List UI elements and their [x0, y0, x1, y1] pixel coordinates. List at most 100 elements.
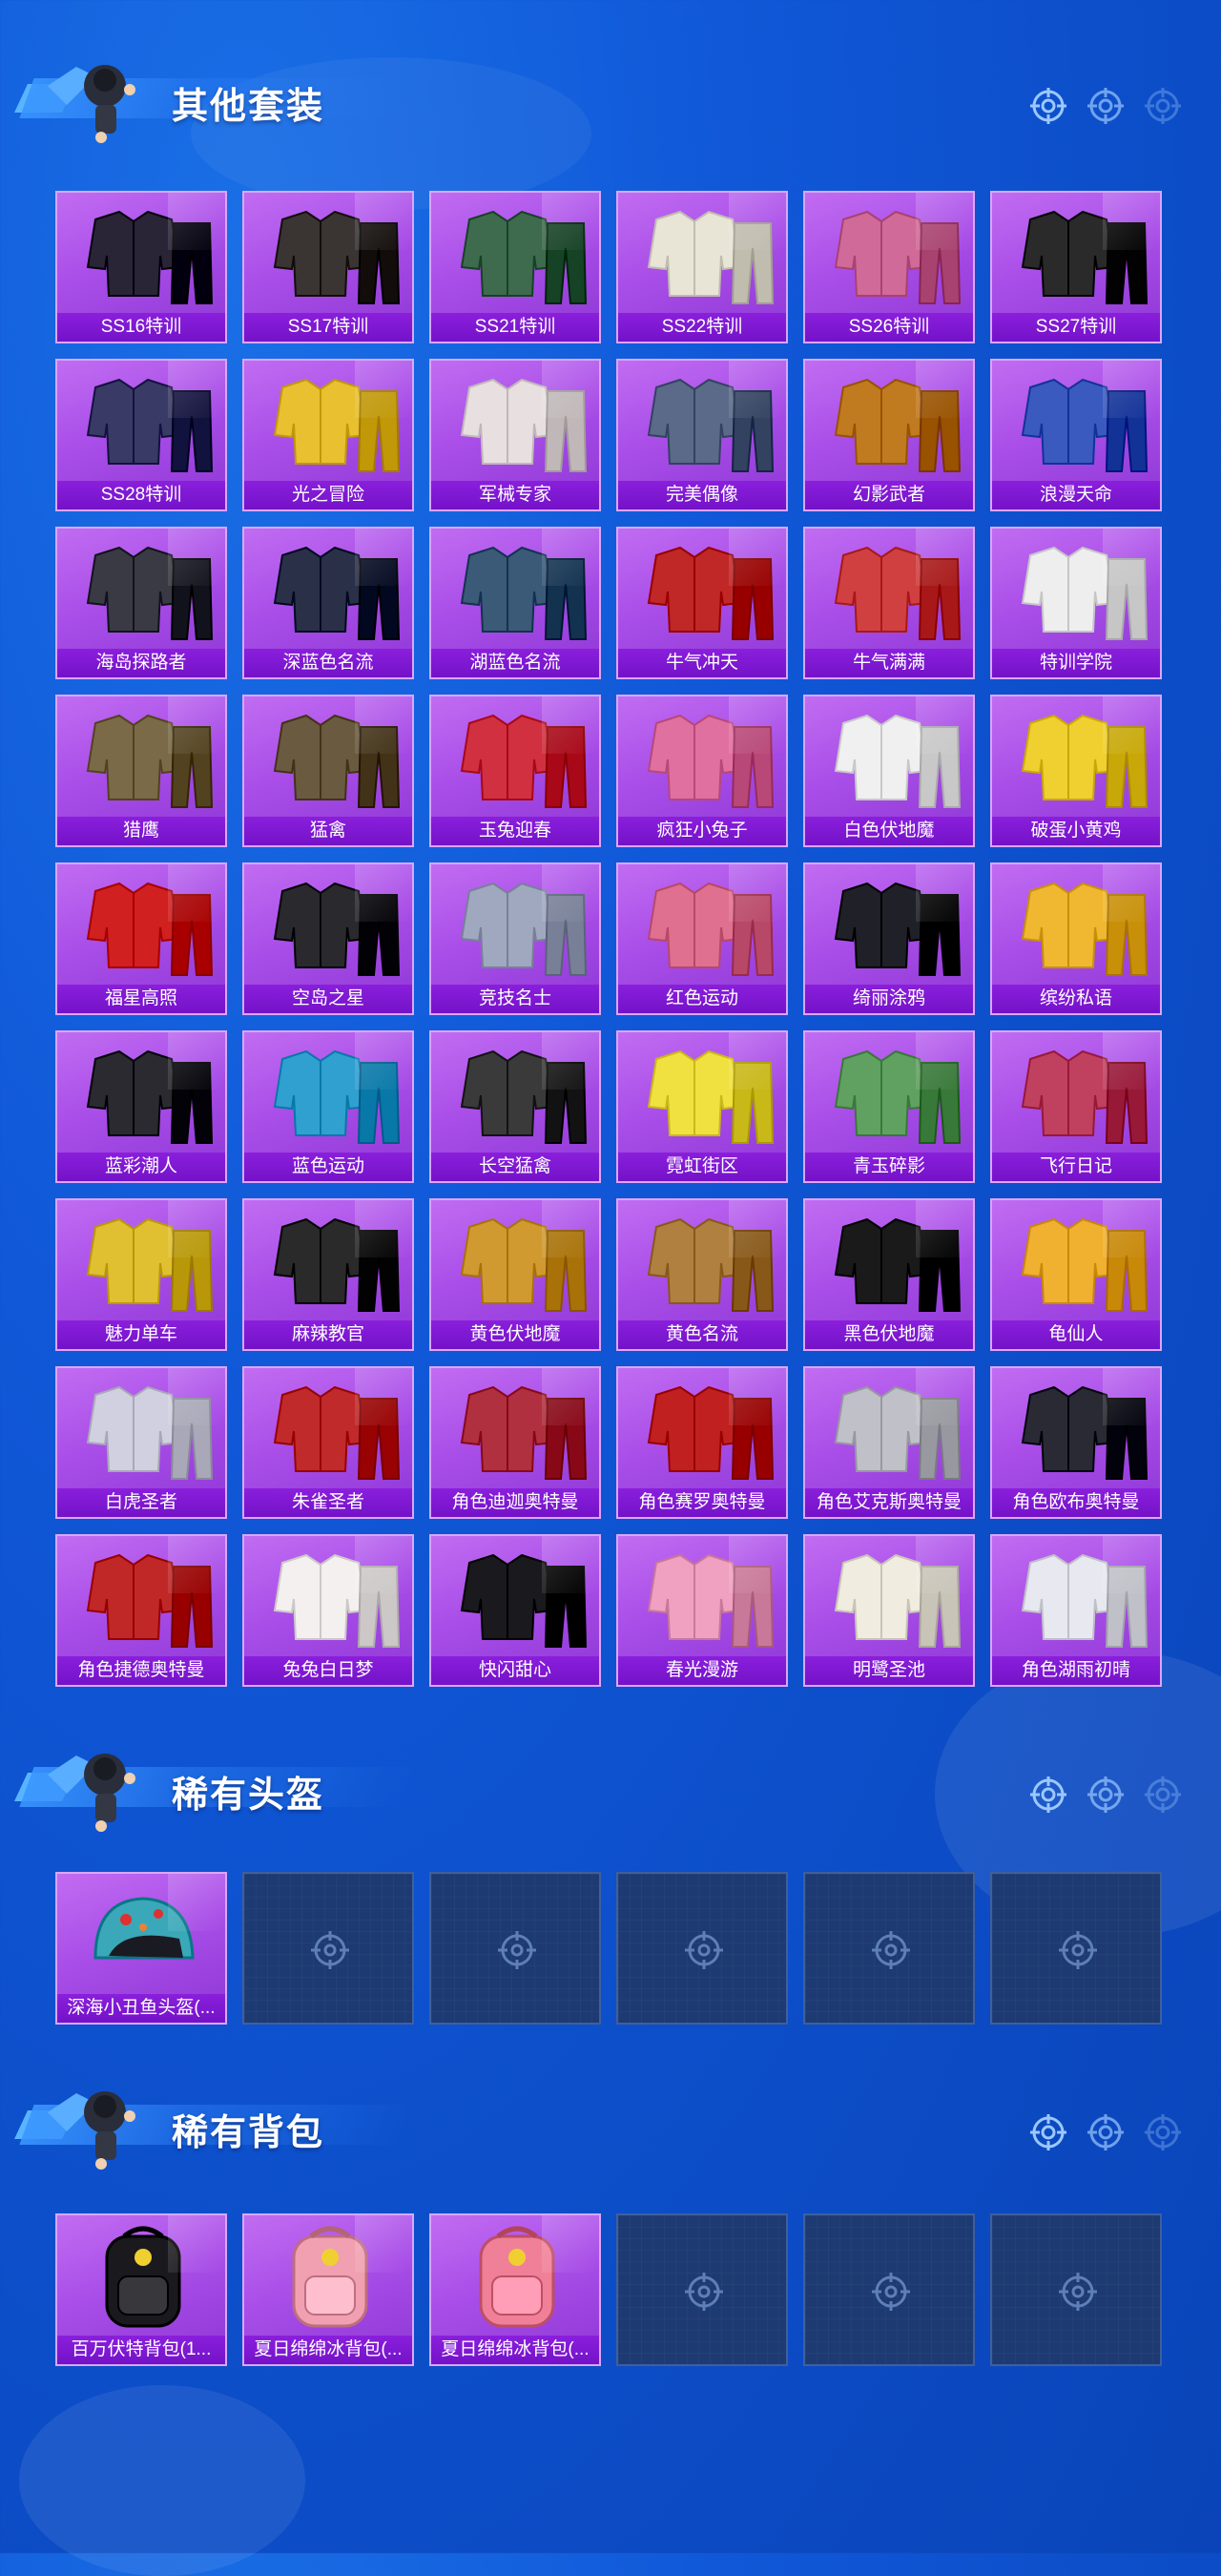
item-card[interactable]: 幻影武者 [803, 359, 975, 511]
item-card[interactable]: 福星高照 [55, 862, 227, 1015]
item-label: SS26特训 [805, 313, 973, 342]
item-card[interactable]: 空岛之星 [242, 862, 414, 1015]
item-card[interactable]: 朱雀圣者 [242, 1366, 414, 1519]
suit-icon [1021, 1049, 1149, 1144]
item-card[interactable]: 完美偶像 [616, 359, 788, 511]
item-label: SS21特训 [431, 313, 599, 342]
item-label: 幻影武者 [805, 481, 973, 509]
item-card[interactable]: 麻辣教官 [242, 1198, 414, 1351]
suit-icon [460, 714, 588, 808]
item-card[interactable]: SS17特训 [242, 191, 414, 343]
item-label: 湖蓝色名流 [431, 649, 599, 677]
item-card[interactable]: 蓝彩潮人 [55, 1030, 227, 1183]
target-icon [1087, 88, 1124, 124]
item-card[interactable]: 魅力单车 [55, 1198, 227, 1351]
suit-icon [1021, 1553, 1149, 1648]
item-card[interactable]: 青玉碎影 [803, 1030, 975, 1183]
item-card[interactable]: SS22特训 [616, 191, 788, 343]
item-card[interactable]: 角色欧布奥特曼 [990, 1366, 1162, 1519]
target-placeholder-icon [1059, 2273, 1097, 2311]
item-card[interactable]: 深海小丑鱼头盔(... [55, 1872, 227, 2025]
item-card[interactable]: SS16特训 [55, 191, 227, 343]
suit-icon [647, 1385, 775, 1480]
item-card[interactable]: 夏日绵绵冰背包(... [429, 2213, 601, 2366]
item-card[interactable]: 白虎圣者 [55, 1366, 227, 1519]
item-card[interactable]: 角色捷德奥特曼 [55, 1534, 227, 1687]
item-card[interactable]: 浪漫天命 [990, 359, 1162, 511]
target-icon [1145, 1776, 1181, 1813]
item-card[interactable]: 玉兔迎春 [429, 695, 601, 847]
item-card[interactable]: 百万伏特背包(1... [55, 2213, 227, 2366]
item-card[interactable]: 龟仙人 [990, 1198, 1162, 1351]
item-label: 牛气冲天 [618, 649, 786, 677]
item-card[interactable]: 飞行日记 [990, 1030, 1162, 1183]
item-card[interactable]: 霓虹街区 [616, 1030, 788, 1183]
item-card[interactable]: 黑色伏地魔 [803, 1198, 975, 1351]
item-card[interactable]: 牛气冲天 [616, 527, 788, 679]
header-target-icons [1028, 1775, 1183, 1815]
item-label: 蓝彩潮人 [57, 1153, 225, 1181]
empty-slot[interactable] [990, 2213, 1162, 2366]
empty-slot[interactable] [990, 1872, 1162, 2025]
item-card[interactable]: 白色伏地魔 [803, 695, 975, 847]
item-card[interactable]: 竞技名士 [429, 862, 601, 1015]
suit-icon [460, 546, 588, 640]
item-label: 青玉碎影 [805, 1153, 973, 1181]
item-card[interactable]: 海岛探路者 [55, 527, 227, 679]
item-card[interactable]: 破蛋小黄鸡 [990, 695, 1162, 847]
item-label: 黑色伏地魔 [805, 1320, 973, 1349]
empty-slot[interactable] [803, 1872, 975, 2025]
item-card[interactable]: 黄色名流 [616, 1198, 788, 1351]
item-card[interactable]: 深蓝色名流 [242, 527, 414, 679]
item-card[interactable]: SS28特训 [55, 359, 227, 511]
suit-icon [460, 378, 588, 472]
item-card[interactable]: 猛禽 [242, 695, 414, 847]
suit-icon [460, 882, 588, 976]
empty-slot[interactable] [242, 1872, 414, 2025]
empty-slot[interactable] [616, 2213, 788, 2366]
item-label: 龟仙人 [992, 1320, 1160, 1349]
item-card[interactable]: 春光漫游 [616, 1534, 788, 1687]
item-card[interactable]: 疯狂小兔子 [616, 695, 788, 847]
item-card[interactable]: 特训学院 [990, 527, 1162, 679]
item-label: 夏日绵绵冰背包(... [431, 2336, 599, 2364]
item-card[interactable]: 缤纷私语 [990, 862, 1162, 1015]
target-icon [1087, 2114, 1124, 2150]
item-card[interactable]: 夏日绵绵冰背包(... [242, 2213, 414, 2366]
item-card[interactable]: 湖蓝色名流 [429, 527, 601, 679]
item-label: 军械专家 [431, 481, 599, 509]
suit-icon [273, 1553, 401, 1648]
item-card[interactable]: 黄色伏地魔 [429, 1198, 601, 1351]
item-card[interactable]: 长空猛禽 [429, 1030, 601, 1183]
item-label: 深海小丑鱼头盔(... [57, 1994, 225, 2023]
item-card[interactable]: 明鹭圣池 [803, 1534, 975, 1687]
item-label: 角色迪迦奥特曼 [431, 1488, 599, 1517]
suit-icon [647, 1049, 775, 1144]
suit-icon [647, 714, 775, 808]
item-label: 绮丽涂鸦 [805, 985, 973, 1013]
item-card[interactable]: 角色赛罗奥特曼 [616, 1366, 788, 1519]
item-card[interactable]: 红色运动 [616, 862, 788, 1015]
item-card[interactable]: 牛气满满 [803, 527, 975, 679]
target-icon [1030, 88, 1066, 124]
item-card[interactable]: 角色艾克斯奥特曼 [803, 1366, 975, 1519]
item-card[interactable]: SS26特训 [803, 191, 975, 343]
item-card[interactable]: 光之冒险 [242, 359, 414, 511]
empty-slot[interactable] [803, 2213, 975, 2366]
item-label: 特训学院 [992, 649, 1160, 677]
item-card[interactable]: SS27特训 [990, 191, 1162, 343]
item-card[interactable]: 角色湖雨初晴 [990, 1534, 1162, 1687]
item-card[interactable]: 快闪甜心 [429, 1534, 601, 1687]
section-rare-backpacks: 稀有背包 百万伏特背包(1... 夏日绵绵冰背包(... 夏日绵绵冰背包(... [0, 2065, 1221, 2366]
item-card[interactable]: 绮丽涂鸦 [803, 862, 975, 1015]
item-label: 明鹭圣池 [805, 1656, 973, 1685]
empty-slot[interactable] [616, 1872, 788, 2025]
item-card[interactable]: 军械专家 [429, 359, 601, 511]
item-card[interactable]: SS21特训 [429, 191, 601, 343]
empty-slot[interactable] [429, 1872, 601, 2025]
item-card[interactable]: 蓝色运动 [242, 1030, 414, 1183]
item-card[interactable]: 角色迪迦奥特曼 [429, 1366, 601, 1519]
item-card[interactable]: 猎鹰 [55, 695, 227, 847]
item-grid: SS16特训 SS17特训 SS21特训 SS22特训 SS26特训 SS27特训 SS28… [55, 191, 1162, 1687]
item-card[interactable]: 兔兔白日梦 [242, 1534, 414, 1687]
